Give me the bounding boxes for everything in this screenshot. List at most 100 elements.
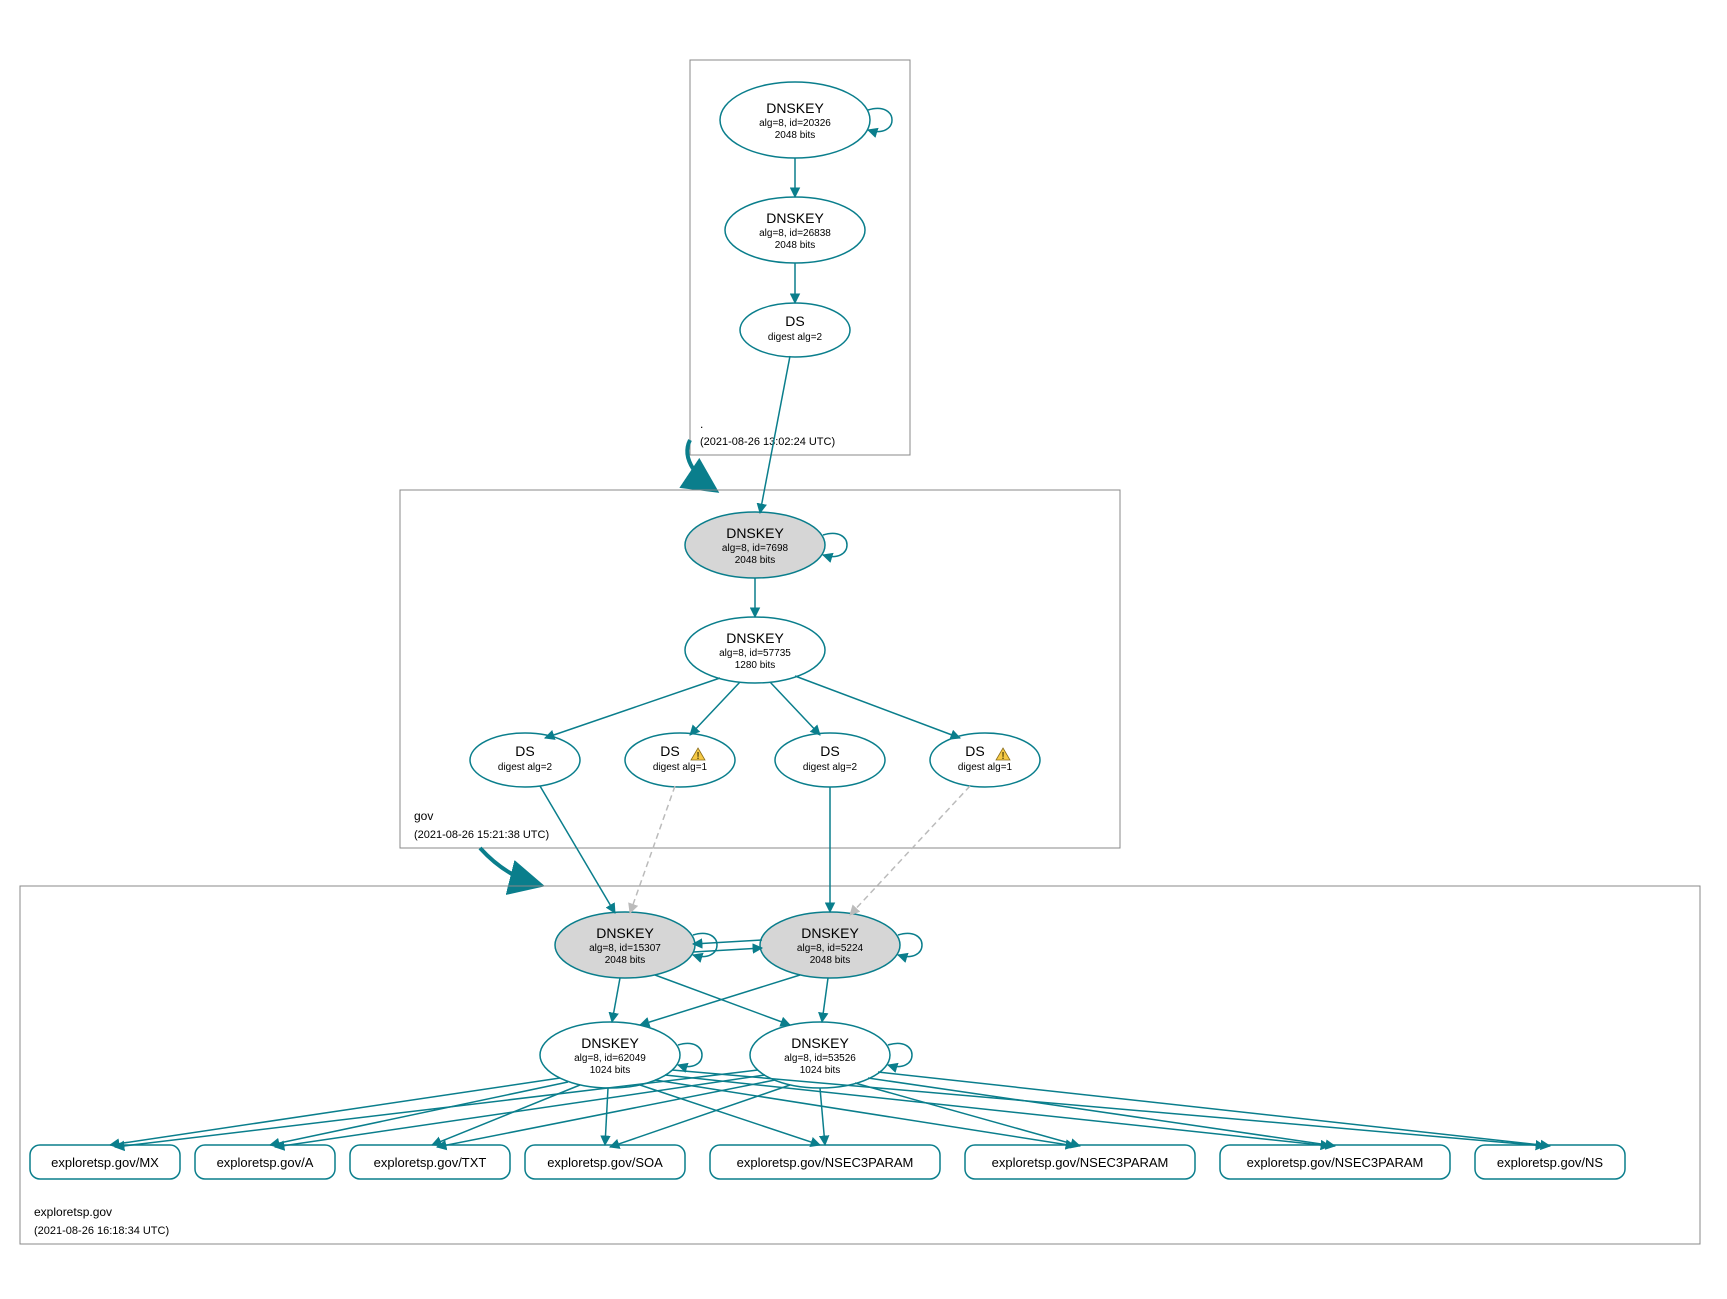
svg-text:DNSKEY: DNSKEY (801, 925, 859, 941)
svg-text:exploretsp.gov/NSEC3PARAM: exploretsp.gov/NSEC3PARAM (992, 1155, 1169, 1170)
svg-text:alg=8, id=15307: alg=8, id=15307 (589, 943, 661, 954)
node-rr-n3p2[interactable]: exploretsp.gov/NSEC3PARAM (965, 1145, 1195, 1179)
node-gov-dnskey-57735[interactable]: DNSKEY alg=8, id=57735 1280 bits (685, 617, 825, 683)
edge-k4-a (275, 1075, 765, 1147)
svg-text:DNSKEY: DNSKEY (726, 525, 784, 541)
svg-text:digest alg=1: digest alg=1 (653, 762, 708, 773)
svg-text:exploretsp.gov/SOA: exploretsp.gov/SOA (547, 1155, 663, 1170)
svg-text:1280 bits: 1280 bits (735, 660, 776, 671)
edge-self-gov-k1 (823, 533, 847, 556)
edge-exp-k2-k3 (640, 975, 800, 1025)
edge-self-exp-k3 (678, 1043, 702, 1066)
edge-gov-k2-ds2 (690, 682, 740, 735)
edge-k3-ns (672, 1070, 1545, 1146)
node-exp-dnskey-15307[interactable]: DNSKEY alg=8, id=15307 2048 bits (555, 912, 695, 978)
svg-text:alg=8, id=62049: alg=8, id=62049 (574, 1053, 646, 1064)
node-root-dnskey-20326[interactable]: DNSKEY alg=8, id=20326 2048 bits (720, 82, 870, 158)
edge-exp-k2-k4 (822, 978, 828, 1022)
edge-k3-n2 (655, 1080, 1075, 1146)
node-rr-txt[interactable]: exploretsp.gov/TXT (350, 1145, 510, 1179)
edge-gov-k2-ds3 (770, 682, 820, 735)
svg-text:DS: DS (820, 743, 839, 759)
svg-text:digest alg=2: digest alg=2 (803, 762, 858, 773)
edge-k4-mx (115, 1070, 758, 1147)
node-rr-a[interactable]: exploretsp.gov/A (195, 1145, 335, 1179)
edge-root-ds-gov-k1 (760, 356, 790, 513)
svg-text:DNSKEY: DNSKEY (766, 100, 824, 116)
edge-k3-soa (605, 1088, 608, 1145)
zone-root-date: (2021-08-26 13:02:24 UTC) (700, 436, 835, 448)
node-rr-n3p3[interactable]: exploretsp.gov/NSEC3PARAM (1220, 1145, 1450, 1179)
edge-exp-k2-k1 (693, 940, 762, 944)
svg-text:DNSKEY: DNSKEY (726, 630, 784, 646)
edge-gov-ds2-exp-k1 (630, 786, 675, 913)
node-root-ds[interactable]: DS digest alg=2 (740, 303, 850, 357)
svg-text:alg=8, id=7698: alg=8, id=7698 (722, 543, 789, 554)
svg-text:exploretsp.gov/MX: exploretsp.gov/MX (51, 1155, 159, 1170)
svg-text:DS: DS (965, 743, 984, 759)
edge-gov-ds4-exp-k2 (850, 786, 970, 915)
svg-text:2048 bits: 2048 bits (775, 240, 816, 251)
node-gov-ds2[interactable]: DS digest alg=1 ! (625, 733, 735, 787)
node-gov-dnskey-7698[interactable]: DNSKEY alg=8, id=7698 2048 bits (685, 512, 825, 578)
svg-text:DNSKEY: DNSKEY (766, 210, 824, 226)
zone-root-label: . (700, 417, 703, 431)
node-gov-ds3[interactable]: DS digest alg=2 (775, 733, 885, 787)
edge-self-exp-k2 (898, 933, 922, 956)
node-exp-dnskey-5224[interactable]: DNSKEY alg=8, id=5224 2048 bits (760, 912, 900, 978)
svg-text:alg=8, id=26838: alg=8, id=26838 (759, 228, 831, 239)
edge-exp-k1-k2 (693, 948, 762, 952)
svg-text:DS: DS (660, 743, 679, 759)
svg-text:alg=8, id=5224: alg=8, id=5224 (797, 943, 864, 954)
edge-k3-a (270, 1082, 568, 1145)
svg-text:1024 bits: 1024 bits (590, 1065, 631, 1076)
edge-k3-n1 (640, 1085, 820, 1145)
svg-text:digest alg=2: digest alg=2 (498, 762, 553, 773)
zone-gov-label: gov (414, 809, 433, 823)
svg-text:exploretsp.gov/A: exploretsp.gov/A (217, 1155, 314, 1170)
node-rr-n3p1[interactable]: exploretsp.gov/NSEC3PARAM (710, 1145, 940, 1179)
edge-self-root-k1 (868, 108, 892, 131)
svg-text:!: ! (696, 751, 699, 762)
zone-exploretsp-date: (2021-08-26 16:18:34 UTC) (34, 1225, 169, 1237)
node-exp-dnskey-62049[interactable]: DNSKEY alg=8, id=62049 1024 bits (540, 1022, 680, 1088)
svg-text:2048 bits: 2048 bits (810, 955, 851, 966)
svg-text:2048 bits: 2048 bits (735, 555, 776, 566)
node-root-dnskey-26838[interactable]: DNSKEY alg=8, id=26838 2048 bits (725, 197, 865, 263)
node-rr-mx[interactable]: exploretsp.gov/MX (30, 1145, 180, 1179)
svg-text:1024 bits: 1024 bits (800, 1065, 841, 1076)
svg-text:alg=8, id=57735: alg=8, id=57735 (719, 648, 791, 659)
edge-gov-ds1-exp-k1 (540, 786, 615, 913)
svg-text:2048 bits: 2048 bits (775, 130, 816, 141)
svg-text:digest alg=1: digest alg=1 (958, 762, 1013, 773)
edge-self-exp-k1 (693, 933, 717, 956)
node-gov-ds1[interactable]: DS digest alg=2 (470, 733, 580, 787)
svg-text:alg=8, id=53526: alg=8, id=53526 (784, 1053, 856, 1064)
node-rr-soa[interactable]: exploretsp.gov/SOA (525, 1145, 685, 1179)
node-gov-ds4[interactable]: DS digest alg=1 ! (930, 733, 1040, 787)
svg-text:exploretsp.gov/TXT: exploretsp.gov/TXT (374, 1155, 487, 1170)
dnssec-graph: . (2021-08-26 13:02:24 UTC) DNSKEY alg=8… (0, 0, 1727, 1299)
svg-text:2048 bits: 2048 bits (605, 955, 646, 966)
edge-self-exp-k4 (888, 1043, 912, 1066)
edge-exp-k1-k3 (612, 978, 620, 1022)
svg-text:DS: DS (515, 743, 534, 759)
edge-k4-n3 (868, 1078, 1335, 1146)
edge-zone-gov-exp (480, 848, 540, 885)
svg-text:alg=8, id=20326: alg=8, id=20326 (759, 118, 831, 129)
svg-text:exploretsp.gov/NS: exploretsp.gov/NS (1497, 1155, 1604, 1170)
svg-text:exploretsp.gov/NSEC3PARAM: exploretsp.gov/NSEC3PARAM (1247, 1155, 1424, 1170)
zone-exploretsp-label: exploretsp.gov (34, 1205, 112, 1219)
edge-k3-mx (110, 1078, 560, 1145)
svg-text:DNSKEY: DNSKEY (791, 1035, 849, 1051)
edge-k4-n1 (820, 1088, 825, 1145)
edge-gov-k2-ds1 (545, 678, 720, 738)
node-rr-ns[interactable]: exploretsp.gov/NS (1475, 1145, 1625, 1179)
zone-gov-date: (2021-08-26 15:21:38 UTC) (414, 829, 549, 841)
svg-text:DNSKEY: DNSKEY (581, 1035, 639, 1051)
svg-text:DNSKEY: DNSKEY (596, 925, 654, 941)
svg-text:exploretsp.gov/NSEC3PARAM: exploretsp.gov/NSEC3PARAM (737, 1155, 914, 1170)
edge-gov-k2-ds4 (795, 676, 960, 738)
svg-text:DS: DS (785, 313, 804, 329)
svg-text:digest alg=2: digest alg=2 (768, 332, 823, 343)
